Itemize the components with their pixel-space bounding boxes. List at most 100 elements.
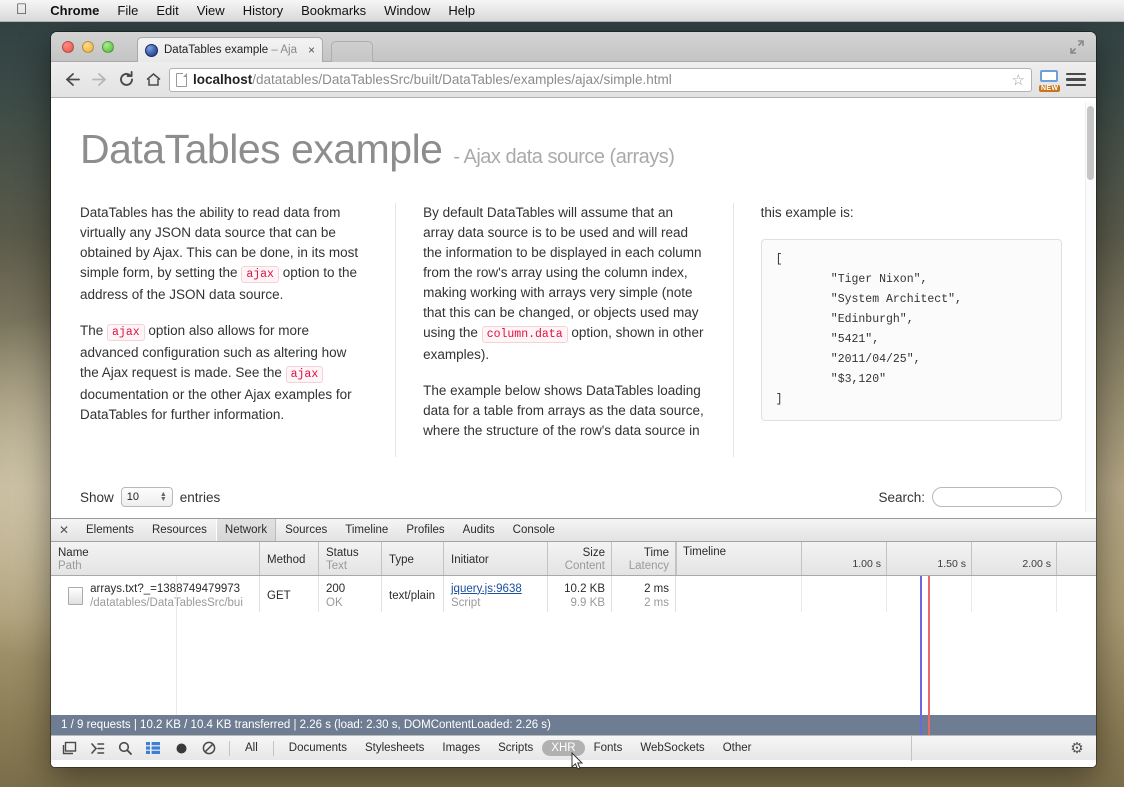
- info-columns: DataTables has the ability to read data …: [80, 203, 1062, 458]
- entries-label: entries: [179, 489, 221, 505]
- grid-col-time[interactable]: Time Latency: [612, 542, 676, 575]
- filter-documents[interactable]: Documents: [280, 740, 356, 756]
- forward-arrow-icon[interactable]: [88, 69, 110, 91]
- request-initiator-cell: jquery.js:9638 Script: [444, 576, 548, 612]
- devtools-tab-console[interactable]: Console: [504, 519, 564, 541]
- paragraph-4: The example below shows DataTables loadi…: [423, 383, 704, 439]
- devtools-tab-bar: ✕ Elements Resources Network Sources Tim…: [51, 519, 1096, 542]
- code-lead-text: this example is:: [760, 205, 854, 221]
- entries-select[interactable]: 10 ▲ ▼: [120, 487, 173, 508]
- url-text: localhost/datatables/DataTablesSrc/built…: [193, 72, 672, 87]
- grid-col-name[interactable]: Name Path: [51, 542, 260, 575]
- table-row[interactable]: arrays.txt?_=1388749479973 /datatables/D…: [51, 576, 1096, 612]
- code-column-data: column.data: [481, 326, 568, 344]
- devtools-tab-profiles[interactable]: Profiles: [397, 519, 453, 541]
- browser-tab-datatables[interactable]: DataTables example – Aja ×: [137, 37, 323, 62]
- menu-item-bookmarks[interactable]: Bookmarks: [292, 0, 375, 22]
- filter-images[interactable]: Images: [433, 740, 489, 756]
- menu-item-file[interactable]: File: [108, 0, 147, 22]
- show-label: Show: [80, 489, 114, 505]
- extension-screen-glyph: [1040, 69, 1058, 82]
- minimize-window-button[interactable]: [82, 41, 94, 53]
- timeline-segment-0: [676, 542, 801, 575]
- fullscreen-expand-icon[interactable]: [1070, 40, 1084, 54]
- filter-fonts[interactable]: Fonts: [585, 740, 632, 756]
- browser-tab-strip: DataTables example – Aja ×: [51, 32, 1096, 62]
- dock-panel-icon[interactable]: [55, 736, 83, 760]
- filter-scripts[interactable]: Scripts: [489, 740, 542, 756]
- initiator-link[interactable]: jquery.js:9638: [451, 582, 541, 596]
- filter-other[interactable]: Other: [714, 740, 761, 756]
- info-column-2: By default DataTables will assume that a…: [395, 203, 732, 458]
- filter-stylesheets[interactable]: Stylesheets: [356, 740, 433, 756]
- filter-all[interactable]: All: [236, 740, 267, 756]
- devtools-tab-audits[interactable]: Audits: [454, 519, 504, 541]
- new-tab-button[interactable]: [331, 41, 373, 62]
- window-traffic-lights: [62, 41, 114, 53]
- grid-col-initiator[interactable]: Initiator: [444, 542, 548, 575]
- devtools-tab-network[interactable]: Network: [215, 519, 277, 541]
- request-status-cell: 200 OK: [319, 576, 382, 612]
- mac-menu-bar:  Chrome File Edit View History Bookmark…: [0, 0, 1124, 22]
- page-viewport: DataTables example - Ajax data source (a…: [51, 98, 1096, 517]
- browser-toolbar: localhost/datatables/DataTablesSrc/built…: [51, 62, 1096, 98]
- home-icon[interactable]: [142, 69, 164, 91]
- request-file-path: /datatables/DataTablesSrc/bui: [90, 596, 243, 609]
- address-bar[interactable]: localhost/datatables/DataTablesSrc/built…: [169, 67, 1032, 92]
- mouse-cursor: [571, 752, 583, 770]
- network-grid-header: Name Path Method Status Text Type Initiato…: [51, 542, 1096, 576]
- hamburger-menu-icon[interactable]: [1066, 72, 1086, 87]
- paragraph-1: DataTables has the ability to read data …: [80, 205, 359, 303]
- search-icon[interactable]: [111, 736, 139, 760]
- record-icon[interactable]: [167, 736, 195, 760]
- network-request-list: arrays.txt?_=1388749479973 /datatables/D…: [51, 576, 1096, 715]
- settings-gear-icon[interactable]: ⚙: [1062, 739, 1092, 757]
- filter-websockets[interactable]: WebSockets: [631, 740, 713, 756]
- console-drawer-icon[interactable]: [83, 736, 111, 760]
- menu-item-history[interactable]: History: [234, 0, 292, 22]
- request-timeline-cell: [676, 576, 1096, 612]
- page-scrollbar-thumb[interactable]: [1087, 106, 1094, 180]
- timeline-tick-2: 1.50 s: [886, 542, 971, 575]
- devtools-tab-elements[interactable]: Elements: [77, 519, 143, 541]
- devtools-close-icon[interactable]: ✕: [51, 519, 77, 541]
- zoom-window-button[interactable]: [102, 41, 114, 53]
- menu-item-edit[interactable]: Edit: [147, 0, 187, 22]
- menu-item-view[interactable]: View: [188, 0, 234, 22]
- clear-icon[interactable]: [195, 736, 223, 760]
- bookmark-star-icon[interactable]: ☆: [1012, 71, 1025, 89]
- info-column-1: DataTables has the ability to read data …: [80, 203, 395, 457]
- menu-item-window[interactable]: Window: [375, 0, 439, 22]
- grid-col-size[interactable]: Size Content: [548, 542, 612, 575]
- devtools-tab-timeline[interactable]: Timeline: [336, 519, 397, 541]
- list-view-icon[interactable]: [139, 736, 167, 760]
- request-name-cell[interactable]: arrays.txt?_=1388749479973 /datatables/D…: [51, 576, 260, 612]
- paragraph-3: By default DataTables will assume that a…: [423, 205, 704, 363]
- menu-item-chrome[interactable]: Chrome: [41, 0, 108, 22]
- status-load-marker: [928, 576, 930, 735]
- page-scrollbar[interactable]: [1085, 102, 1094, 512]
- grid-col-type[interactable]: Type: [382, 542, 444, 575]
- favicon-icon: [145, 43, 158, 57]
- devtools-tab-resources[interactable]: Resources: [143, 519, 216, 541]
- extension-icon[interactable]: NEW: [1037, 69, 1061, 92]
- devtools-tab-sources[interactable]: Sources: [276, 519, 336, 541]
- menu-item-help[interactable]: Help: [439, 0, 484, 22]
- timeline-tick-1: 1.00 s: [801, 542, 886, 575]
- request-time-cell: 2 ms 2 ms: [612, 576, 676, 612]
- toolbar-divider-2: [272, 740, 274, 756]
- back-arrow-icon[interactable]: [61, 69, 83, 91]
- grid-col-method[interactable]: Method: [260, 542, 319, 575]
- search-input[interactable]: [932, 487, 1062, 508]
- close-window-button[interactable]: [62, 41, 74, 53]
- grid-col-timeline[interactable]: Timeline 1.00 s 1.50 s 2.00 s: [676, 542, 1096, 575]
- apple-logo-icon[interactable]: : [0, 2, 41, 17]
- reload-icon[interactable]: [115, 69, 137, 91]
- extension-new-badge: NEW: [1039, 84, 1061, 92]
- info-column-3: this example is: [ "Tiger Nixon", "Syste…: [732, 203, 1062, 458]
- tab-close-icon[interactable]: ×: [308, 43, 315, 57]
- request-type-cell: text/plain: [382, 576, 444, 612]
- network-status-bar: 1 / 9 requests | 10.2 KB / 10.4 KB trans…: [51, 576, 1096, 735]
- grid-col-status[interactable]: Status Text: [319, 542, 382, 575]
- datatable-controls: Show 10 ▲ ▼ entries Search:: [80, 487, 1062, 508]
